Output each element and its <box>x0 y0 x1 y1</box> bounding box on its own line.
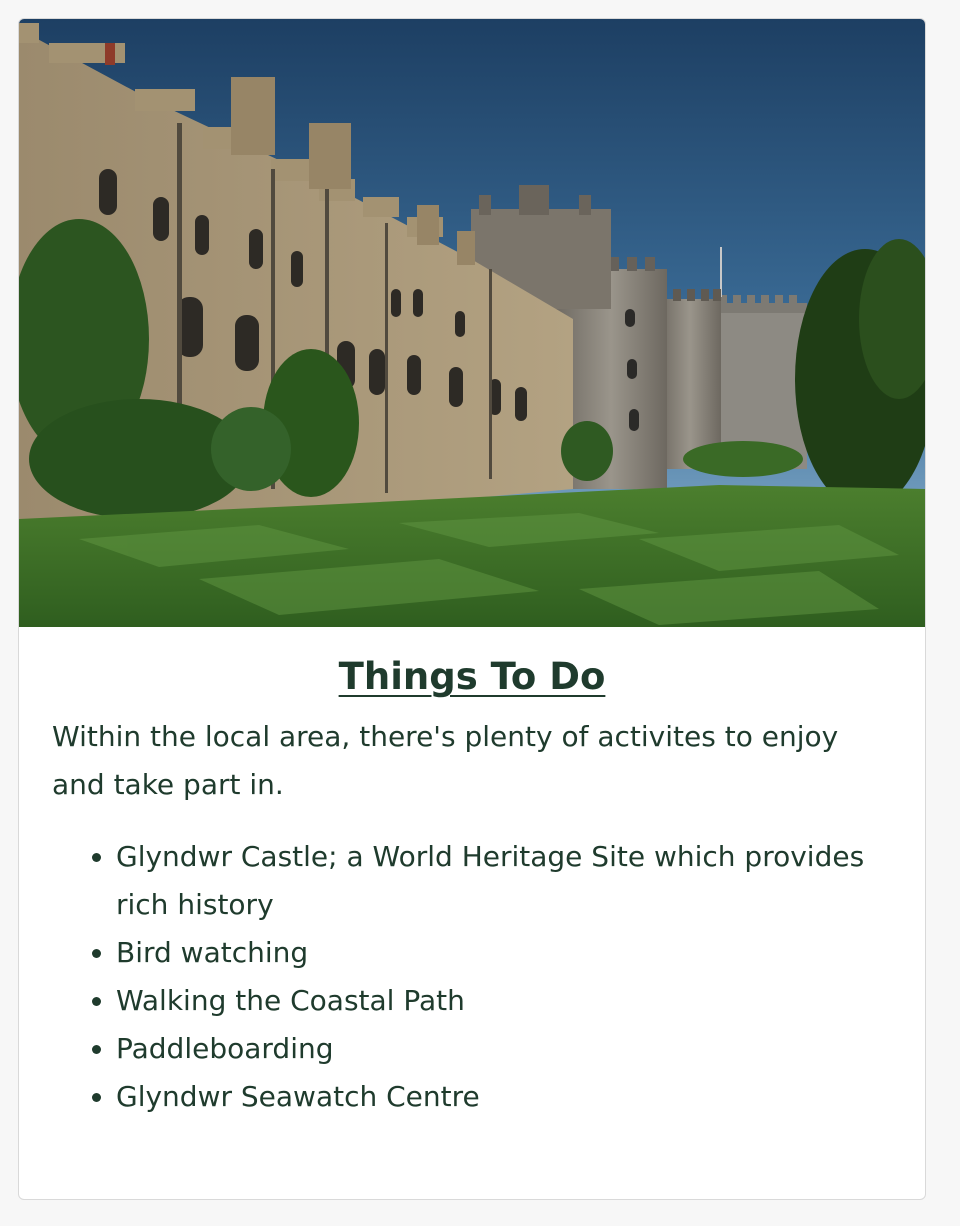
card-title: Things To Do <box>338 655 606 698</box>
intro-paragraph: Within the local area, there's plenty of… <box>52 720 839 802</box>
castle-photo <box>19 19 925 627</box>
list-item: Glyndwr Seawatch Centre <box>116 1073 892 1121</box>
things-to-do-card: Things To Do Within the local area, ther… <box>18 18 926 1200</box>
card-body: Things To Do Within the local area, ther… <box>19 627 925 1121</box>
list-item: Paddleboarding <box>116 1025 892 1073</box>
list-item: Walking the Coastal Path <box>116 977 892 1025</box>
activities-list: Glyndwr Castle; a World Heritage Site wh… <box>52 833 892 1121</box>
list-item: Glyndwr Castle; a World Heritage Site wh… <box>116 833 892 929</box>
list-item: Bird watching <box>116 929 892 977</box>
